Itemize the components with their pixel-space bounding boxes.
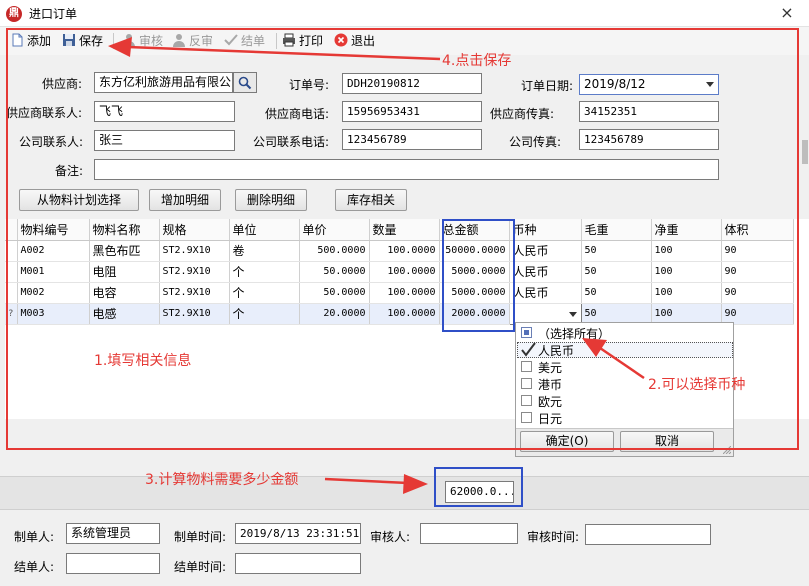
annotation-arrows — [108, 37, 645, 494]
